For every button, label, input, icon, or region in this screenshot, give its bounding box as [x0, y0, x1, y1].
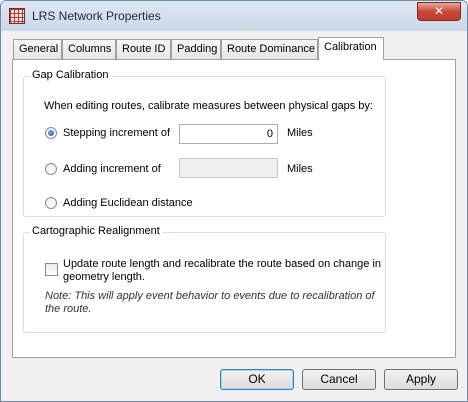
dialog-window: LRS Network Properties ✕ General Columns…	[0, 0, 468, 402]
adding-increment-input[interactable]	[179, 158, 278, 178]
stepping-increment-radio[interactable]	[45, 127, 57, 139]
window-title: LRS Network Properties	[32, 9, 161, 23]
gap-calibration-group: Gap Calibration When editing routes, cal…	[23, 69, 386, 217]
cartographic-realignment-group: Cartographic Realignment Update route le…	[23, 225, 386, 333]
tab-route-dominance[interactable]: Route Dominance	[221, 39, 318, 59]
tab-padding[interactable]: Padding	[171, 39, 221, 59]
title-bar[interactable]: LRS Network Properties ✕	[1, 1, 467, 31]
adding-increment-label[interactable]: Adding increment of	[63, 163, 161, 175]
euclidean-distance-radio[interactable]	[45, 197, 57, 209]
euclidean-distance-label[interactable]: Adding Euclidean distance	[63, 197, 193, 209]
adding-increment-radio[interactable]	[45, 163, 57, 175]
gap-calibration-legend: Gap Calibration	[30, 69, 111, 81]
update-route-length-label-line1[interactable]: Update route length and recalibrate the …	[63, 258, 381, 270]
update-route-length-checkbox[interactable]	[45, 263, 58, 276]
lrs-network-icon	[9, 8, 25, 24]
tab-columns[interactable]: Columns	[62, 39, 116, 59]
cartographic-realignment-legend: Cartographic Realignment	[30, 225, 162, 237]
close-button[interactable]: ✕	[417, 2, 461, 21]
stepping-increment-label[interactable]: Stepping increment of	[63, 127, 170, 139]
stepping-increment-input[interactable]: 0	[179, 124, 278, 144]
ok-button[interactable]: OK	[220, 369, 294, 390]
tab-route-id[interactable]: Route ID	[116, 39, 171, 59]
gap-calibration-instruction: When editing routes, calibrate measures …	[44, 100, 373, 112]
adding-increment-unit: Miles	[287, 163, 313, 175]
note-text-line2: the route.	[45, 303, 92, 315]
calibration-panel: Gap Calibration When editing routes, cal…	[12, 59, 456, 358]
tab-general[interactable]: General	[13, 39, 62, 59]
apply-button[interactable]: Apply	[384, 369, 458, 390]
tab-calibration[interactable]: Calibration	[318, 37, 384, 60]
note-text-line1: Note: This will apply event behavior to …	[45, 290, 375, 302]
stepping-increment-unit: Miles	[287, 127, 313, 139]
cancel-button[interactable]: Cancel	[302, 369, 376, 390]
update-route-length-label-line2[interactable]: geometry length.	[63, 271, 145, 283]
